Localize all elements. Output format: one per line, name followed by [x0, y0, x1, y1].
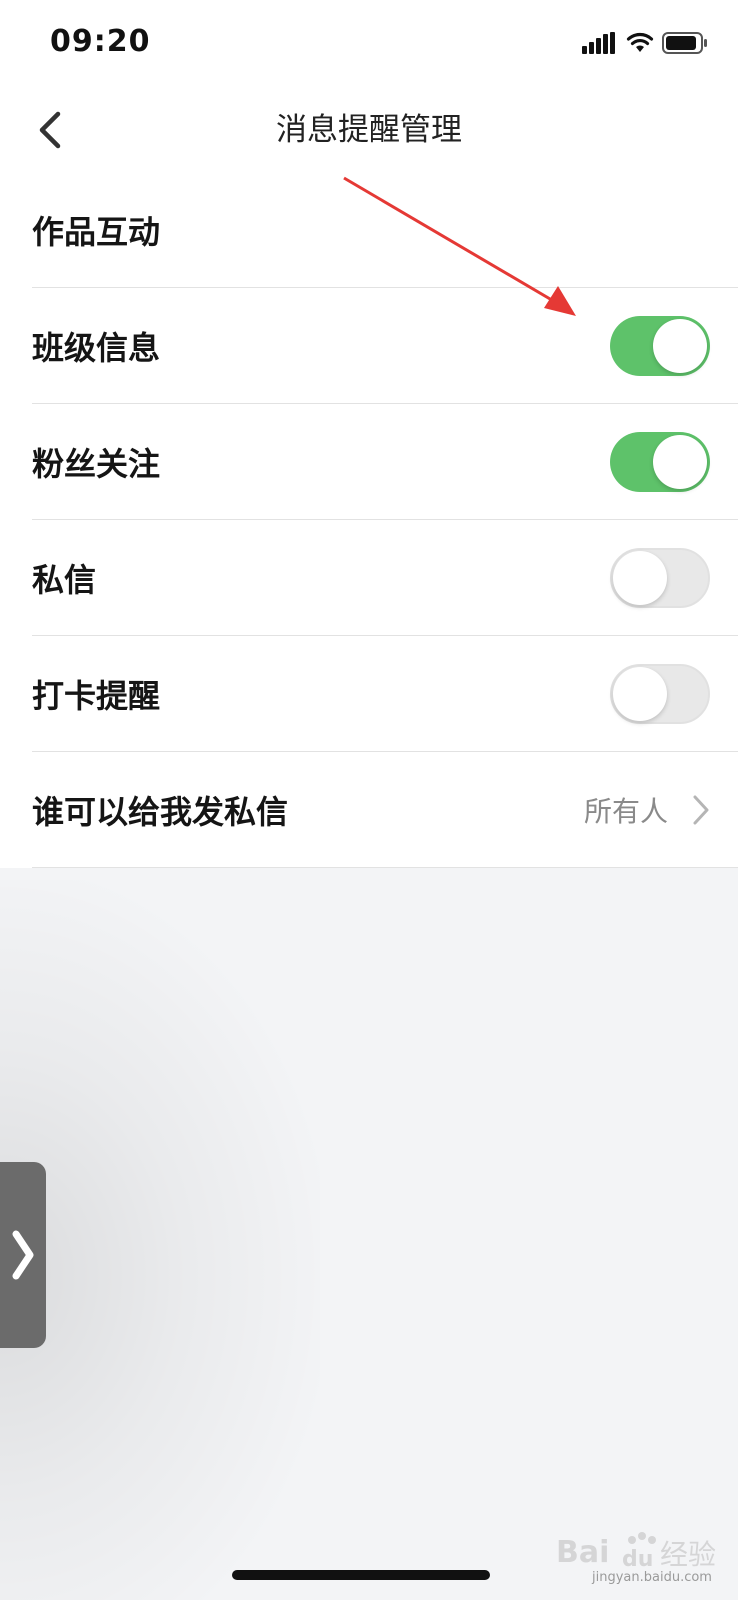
toggle-knob	[613, 551, 667, 605]
private-message-toggle[interactable]	[610, 548, 710, 608]
settings-row-who-can-message[interactable]: 谁可以给我发私信 所有人	[0, 752, 738, 868]
toggle-knob	[653, 435, 707, 489]
toggle-knob	[613, 667, 667, 721]
row-label: 班级信息	[32, 329, 161, 367]
status-time: 09:20	[50, 24, 151, 59]
settings-list: 作品互动 班级信息 粉丝关注 私信 打卡提醒 谁可以给我发私信 所有人	[0, 172, 738, 868]
side-drawer-tab[interactable]	[0, 1162, 46, 1348]
row-label: 打卡提醒	[32, 677, 161, 715]
settings-row-class-info: 班级信息	[0, 288, 738, 404]
chevron-right-icon	[693, 795, 709, 825]
toggle-knob	[653, 319, 707, 373]
row-label: 粉丝关注	[32, 445, 161, 483]
svg-text:经验: 经验	[660, 1538, 716, 1571]
svg-text:du: du	[622, 1547, 653, 1572]
settings-row-work-interaction[interactable]: 作品互动	[0, 172, 738, 288]
chevron-right-icon	[12, 1230, 34, 1280]
fan-follow-toggle[interactable]	[610, 432, 710, 492]
page-title: 消息提醒管理	[276, 112, 462, 148]
svg-text:Bai: Bai	[556, 1535, 609, 1570]
settings-row-fan-follow: 粉丝关注	[0, 404, 738, 520]
baidu-jingyan-watermark: Bai du 经验	[556, 1532, 716, 1572]
home-indicator[interactable]	[232, 1570, 490, 1580]
cellular-signal-icon	[582, 32, 615, 54]
checkin-reminder-toggle[interactable]	[610, 664, 710, 724]
settings-row-checkin-reminder: 打卡提醒	[0, 636, 738, 752]
who-can-message-value: 所有人	[583, 795, 668, 828]
background-shadow	[0, 880, 320, 1600]
row-label: 作品互动	[32, 213, 161, 251]
battery-icon	[662, 32, 707, 54]
class-info-toggle[interactable]	[610, 316, 710, 376]
back-button[interactable]	[22, 102, 78, 158]
status-bar: 09:20	[0, 0, 738, 88]
screen: 09:20 消息提醒管理 作品互动 班级信息 粉丝关注 私信 打卡提醒 谁可以给…	[0, 0, 738, 1600]
settings-row-private-message: 私信	[0, 520, 738, 636]
row-label: 私信	[32, 561, 97, 599]
nav-bar: 消息提醒管理	[0, 88, 738, 173]
row-label: 谁可以给我发私信	[32, 793, 289, 831]
chevron-left-icon	[39, 111, 61, 149]
watermark-url: jingyan.baidu.com	[592, 1570, 712, 1585]
wifi-icon	[626, 32, 654, 52]
